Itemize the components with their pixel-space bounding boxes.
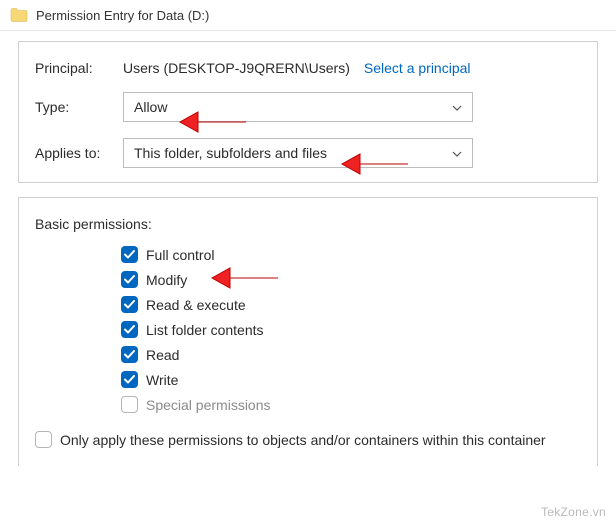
perm-label: Full control [146, 247, 214, 263]
perm-special: Special permissions [121, 396, 581, 413]
perm-label: Modify [146, 272, 187, 288]
principal-panel: Principal: Users (DESKTOP-J9QRERN\Users)… [18, 41, 598, 183]
perm-full-control: Full control [121, 246, 581, 263]
checkbox-full-control[interactable] [121, 246, 138, 263]
applies-select[interactable]: This folder, subfolders and files [123, 138, 473, 168]
only-apply-label: Only apply these permissions to objects … [60, 432, 546, 448]
type-label: Type: [35, 99, 123, 115]
perm-read-execute: Read & execute [121, 296, 581, 313]
principal-value: Users (DESKTOP-J9QRERN\Users) [123, 60, 350, 76]
checkbox-special [121, 396, 138, 413]
type-value: Allow [134, 99, 452, 115]
applies-label: Applies to: [35, 145, 123, 161]
principal-label: Principal: [35, 60, 123, 76]
select-principal-link[interactable]: Select a principal [364, 60, 471, 76]
perm-read: Read [121, 346, 581, 363]
perm-label: Read & execute [146, 297, 246, 313]
perm-label: Read [146, 347, 179, 363]
perm-label: List folder contents [146, 322, 264, 338]
permissions-panel: Basic permissions: Full control Modify R… [18, 197, 598, 466]
watermark: TekZone.vn [541, 505, 606, 519]
applies-value: This folder, subfolders and files [134, 145, 452, 161]
checkbox-read-execute[interactable] [121, 296, 138, 313]
permissions-list: Full control Modify Read & execute List … [121, 246, 581, 413]
perm-label: Special permissions [146, 397, 271, 413]
checkbox-modify[interactable] [121, 271, 138, 288]
checkbox-write[interactable] [121, 371, 138, 388]
titlebar: Permission Entry for Data (D:) [0, 0, 616, 31]
checkbox-read[interactable] [121, 346, 138, 363]
type-row: Type: Allow [35, 92, 581, 122]
checkbox-only-apply[interactable] [35, 431, 52, 448]
principal-row: Principal: Users (DESKTOP-J9QRERN\Users)… [35, 60, 581, 76]
perm-label: Write [146, 372, 178, 388]
checkbox-list-folder[interactable] [121, 321, 138, 338]
window-title: Permission Entry for Data (D:) [36, 8, 209, 23]
basic-permissions-title: Basic permissions: [35, 216, 581, 232]
type-select[interactable]: Allow [123, 92, 473, 122]
perm-write: Write [121, 371, 581, 388]
folder-icon [10, 6, 28, 24]
chevron-down-icon [452, 146, 462, 160]
applies-row: Applies to: This folder, subfolders and … [35, 138, 581, 168]
only-apply-row: Only apply these permissions to objects … [35, 431, 581, 448]
perm-list-folder: List folder contents [121, 321, 581, 338]
chevron-down-icon [452, 100, 462, 114]
perm-modify: Modify [121, 271, 581, 288]
